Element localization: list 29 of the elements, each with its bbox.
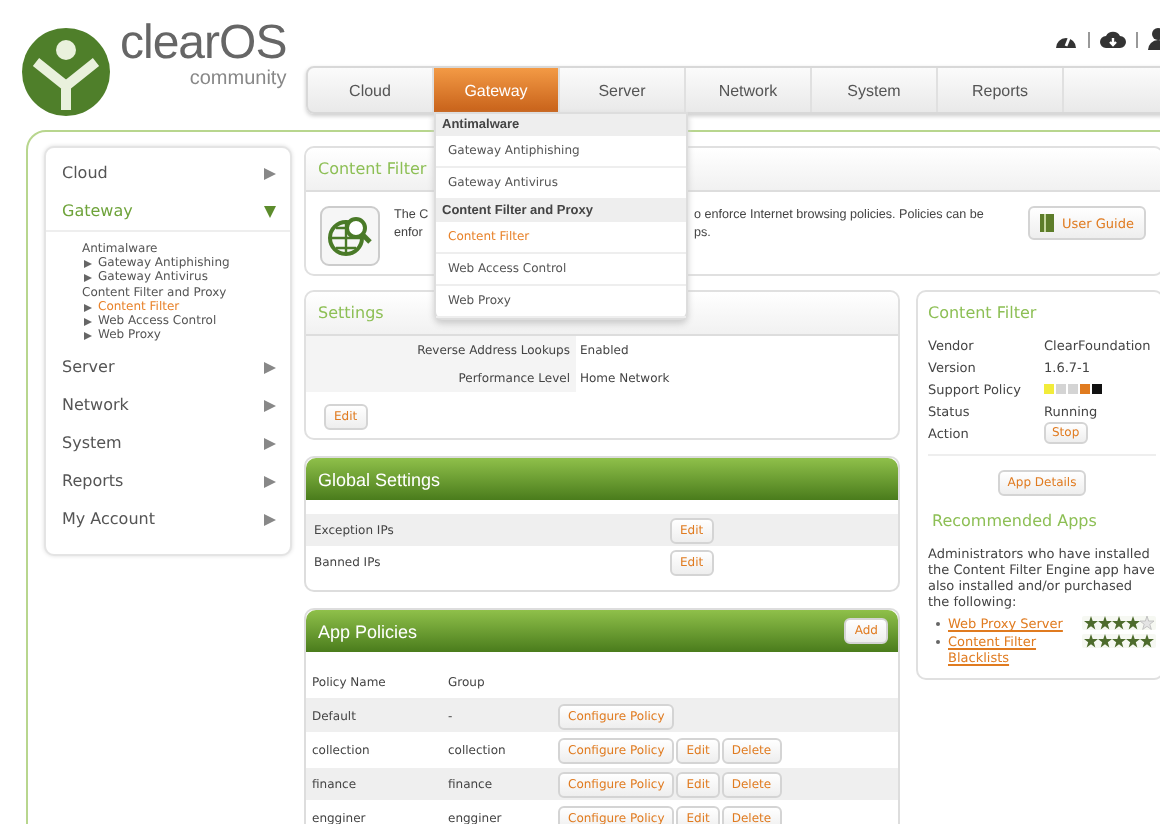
user-icon[interactable] <box>1148 28 1160 50</box>
sidebar-item[interactable]: Gateway <box>62 202 133 220</box>
nav-tab[interactable]: Gateway <box>434 68 560 112</box>
nav-tab[interactable]: Network <box>686 68 812 112</box>
sidebar-item[interactable]: Network <box>62 396 129 414</box>
panel-title: Content Filter <box>318 160 427 178</box>
panel-title: App Policies <box>318 621 418 641</box>
sidebar-item[interactable]: System <box>62 434 122 452</box>
nav-tab[interactable]: Reports <box>938 68 1064 112</box>
globe-search-icon <box>320 206 380 266</box>
sidebar-item[interactable]: My Account <box>62 510 155 528</box>
book-icon <box>1040 214 1055 232</box>
sidebar-item[interactable]: Cloud <box>62 164 108 182</box>
brand-edition: community <box>189 70 287 90</box>
bullet-icon <box>84 259 92 267</box>
bullet-icon <box>84 273 92 281</box>
sidebar-item[interactable]: Reports <box>62 472 124 490</box>
sidebar-item[interactable]: Server <box>62 358 115 376</box>
bullet-icon <box>84 331 92 339</box>
panel-title: Settings <box>318 304 384 322</box>
cloud-download-icon[interactable] <box>1100 29 1126 49</box>
section-title: Recommended Apps <box>932 512 1099 530</box>
panel-title: Content Filter <box>928 304 1039 322</box>
nav-tab[interactable]: System <box>812 68 938 112</box>
logo-icon <box>20 26 112 118</box>
bullet-icon <box>84 317 92 325</box>
brand-name: clearOS <box>120 20 287 68</box>
panel-title: Global Settings <box>318 469 441 489</box>
bullet-icon <box>84 303 92 311</box>
